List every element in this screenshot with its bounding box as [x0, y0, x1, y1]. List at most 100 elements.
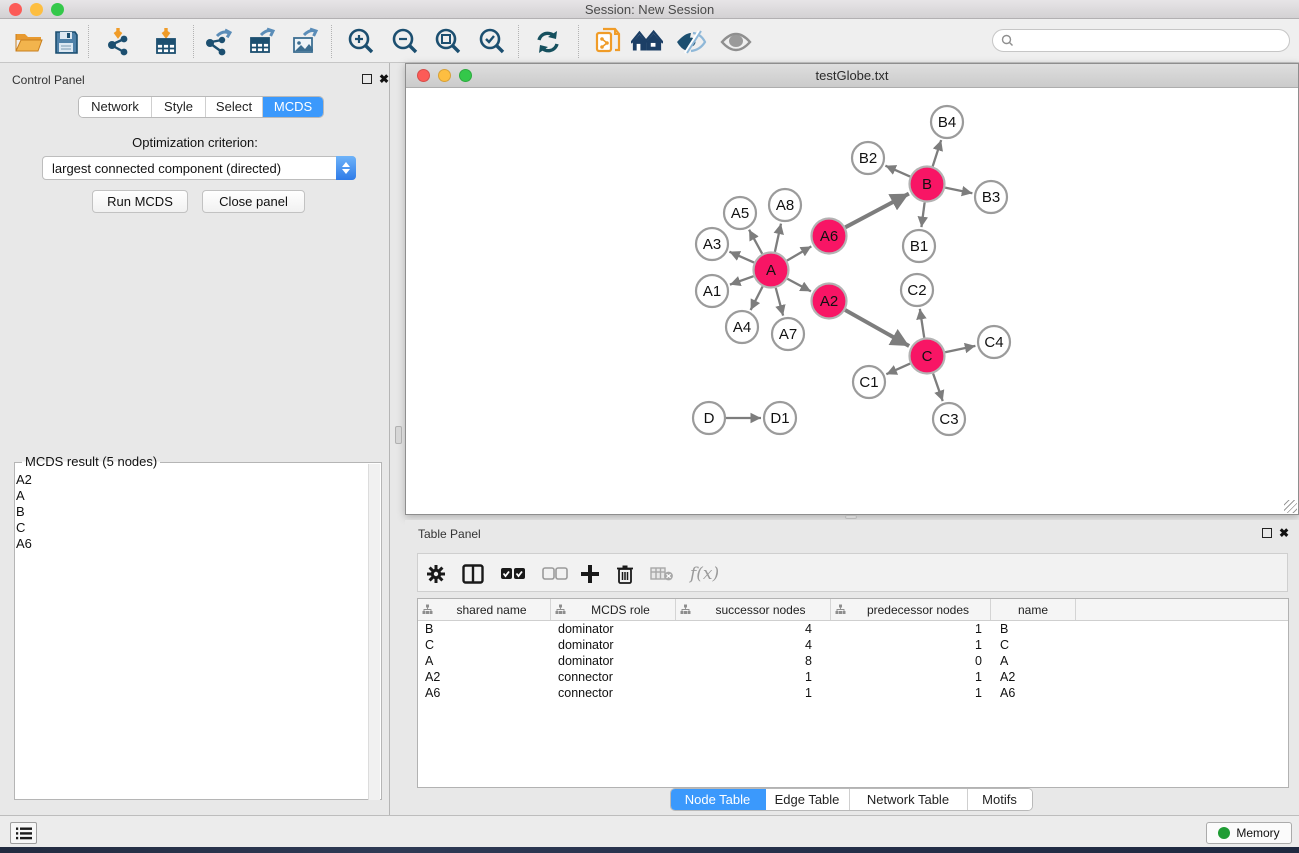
graph-edge[interactable]	[787, 246, 811, 260]
tab-network[interactable]: Network	[79, 97, 152, 117]
table-options-icon[interactable]	[426, 563, 446, 585]
graph-node-label: D1	[770, 410, 789, 427]
graph-node-label: C2	[907, 282, 926, 299]
graph-node-label: D	[704, 410, 715, 427]
import-network-icon[interactable]	[104, 26, 136, 58]
tab-edge-table[interactable]: Edge Table	[766, 789, 850, 810]
close-panel-icon[interactable]: ✖	[379, 74, 389, 84]
float-panel-icon[interactable]	[362, 74, 372, 84]
table-tabs: Node Table Edge Table Network Table Moti…	[670, 788, 1033, 811]
graph-edge[interactable]	[776, 288, 783, 316]
select-all-rows-icon[interactable]	[500, 563, 526, 585]
graph-edge[interactable]	[775, 224, 781, 252]
dropdown-stepper-icon[interactable]	[336, 156, 356, 180]
tab-network-table[interactable]: Network Table	[850, 789, 968, 810]
graph-edge[interactable]	[751, 286, 763, 310]
column-header-successor-nodes[interactable]: successor nodes	[676, 599, 831, 620]
import-table-icon[interactable]	[150, 26, 182, 58]
mcds-result-list[interactable]: A2ABCA6	[16, 472, 356, 552]
graph-edge[interactable]	[787, 279, 811, 292]
add-column-icon[interactable]	[580, 563, 600, 585]
run-mcds-button[interactable]: Run MCDS	[92, 190, 188, 213]
delete-column-icon[interactable]	[616, 563, 634, 585]
optimization-criterion-dropdown[interactable]: largest connected component (directed)	[42, 156, 356, 180]
ndex-home-icon[interactable]	[631, 26, 663, 58]
zoom-out-icon[interactable]	[389, 26, 421, 58]
tab-mcds[interactable]: MCDS	[263, 97, 323, 117]
task-history-button[interactable]	[10, 822, 37, 844]
close-panel-icon[interactable]: ✖	[1279, 528, 1289, 538]
network-window-titlebar[interactable]: testGlobe.txt	[406, 64, 1298, 88]
result-item[interactable]: B	[16, 504, 356, 520]
memory-button[interactable]: Memory	[1206, 822, 1292, 844]
graph-edge[interactable]	[749, 230, 762, 254]
network-graph[interactable]: B4B2BB3B1A5A8A6A3AA1A2C2A4A7C4CC1C3DD1	[406, 88, 1298, 515]
status-bar: Memory	[0, 815, 1299, 847]
deselect-all-rows-icon[interactable]	[542, 563, 568, 585]
search-field[interactable]	[992, 29, 1290, 52]
graph-edge[interactable]	[886, 364, 910, 375]
result-item[interactable]: A2	[16, 472, 356, 488]
table-cell: B	[418, 622, 551, 636]
table-cell: dominator	[551, 638, 676, 652]
table-row[interactable]: Cdominator41C	[418, 637, 1288, 653]
graph-edge[interactable]	[945, 188, 972, 194]
column-header-name[interactable]: name	[991, 599, 1076, 620]
apply-layout-icon[interactable]	[532, 26, 564, 58]
graph-edge[interactable]	[845, 310, 909, 346]
table-row[interactable]: Bdominator41B	[418, 621, 1288, 637]
graph-edge[interactable]	[945, 346, 975, 352]
graph-edge[interactable]	[730, 276, 754, 284]
result-item[interactable]: A	[16, 488, 356, 504]
ndex-networks-icon[interactable]	[592, 26, 624, 58]
graph-edge[interactable]	[729, 252, 754, 263]
table-row[interactable]: A6connector11A6	[418, 685, 1288, 701]
control-panel-title: Control Panel	[12, 73, 85, 87]
table-cell: 1	[831, 638, 991, 652]
export-network-icon[interactable]	[203, 26, 235, 58]
zoom-fit-icon[interactable]	[432, 26, 464, 58]
table-row[interactable]: Adominator80A	[418, 653, 1288, 669]
show-columns-icon[interactable]	[462, 563, 484, 585]
zoom-in-icon[interactable]	[345, 26, 377, 58]
table-cell: 0	[831, 654, 991, 668]
table-cell: 1	[831, 622, 991, 636]
toolbar-separator	[518, 25, 519, 58]
graph-edge[interactable]	[933, 140, 941, 166]
search-input[interactable]	[1019, 34, 1269, 48]
toolbar-separator	[578, 25, 579, 58]
graph-edge[interactable]	[933, 373, 943, 401]
graph-edge[interactable]	[921, 202, 924, 227]
close-panel-button[interactable]: Close panel	[202, 190, 305, 213]
tab-motifs[interactable]: Motifs	[968, 789, 1032, 810]
result-scrollbar[interactable]	[368, 464, 380, 800]
float-panel-icon[interactable]	[1262, 528, 1272, 538]
show-all-icon[interactable]	[720, 26, 752, 58]
tab-node-table[interactable]: Node Table	[671, 789, 766, 810]
graph-node-label: A3	[703, 236, 721, 253]
hide-selected-icon[interactable]	[675, 26, 707, 58]
zoom-selected-icon[interactable]	[476, 26, 508, 58]
window-resize-grip[interactable]	[1284, 500, 1297, 513]
export-image-icon[interactable]	[289, 26, 321, 58]
graph-edge[interactable]	[845, 194, 909, 228]
result-item[interactable]: C	[16, 520, 356, 536]
table-row[interactable]: A2connector11A2	[418, 669, 1288, 685]
tab-select[interactable]: Select	[206, 97, 263, 117]
table-cell: 8	[676, 654, 831, 668]
column-header-mcds-role[interactable]: MCDS role	[551, 599, 676, 620]
column-header-shared-name[interactable]: shared name	[418, 599, 551, 620]
tab-style[interactable]: Style	[152, 97, 206, 117]
save-session-icon[interactable]	[50, 26, 82, 58]
graph-edge[interactable]	[885, 166, 910, 177]
function-builder-icon: f(x)	[690, 563, 719, 585]
graph-edge[interactable]	[920, 309, 924, 338]
export-table-icon[interactable]	[246, 26, 278, 58]
splitter-handle[interactable]	[395, 426, 402, 444]
result-item[interactable]: A6	[16, 536, 356, 552]
splitter-handle[interactable]	[845, 515, 857, 519]
table-cell: B	[991, 622, 1076, 636]
column-header-predecessor-nodes[interactable]: predecessor nodes	[831, 599, 991, 620]
open-session-icon[interactable]	[13, 26, 45, 58]
table-cell: 4	[676, 622, 831, 636]
